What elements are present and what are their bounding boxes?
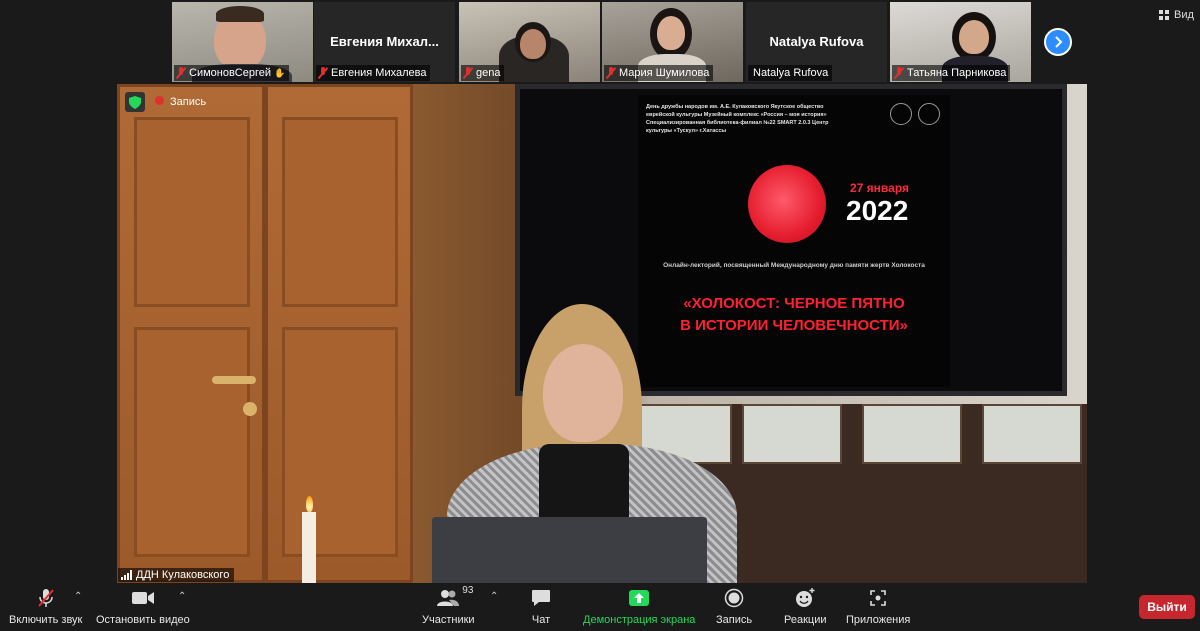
participant-tile[interactable]: Мария Шумилова (602, 2, 743, 82)
hand-icon: ✋ (274, 67, 286, 78)
gallery-next-button[interactable] (1044, 28, 1072, 56)
share-screen-icon (629, 590, 650, 606)
participant-label: Natalya Rufova (748, 65, 833, 81)
audio-options-caret[interactable]: ⌃ (74, 591, 82, 602)
participant-label: Татьяна Парникова (892, 65, 1011, 81)
share-screen-label: Демонстрация экрана (583, 614, 696, 626)
mic-muted-icon (463, 67, 473, 79)
mic-muted-icon (606, 67, 616, 79)
participant-name: Мария Шумилова (619, 67, 710, 79)
participant-tile[interactable]: СимоновСергей ✋ (172, 2, 313, 82)
participant-display-name: Natalya Rufova (769, 34, 864, 49)
tv-organizers-text: День дружбы народов им. А.Е. Кулаковског… (646, 104, 829, 134)
participant-tile[interactable]: Татьяна Парникова (890, 2, 1031, 82)
apps-label: Приложения (846, 614, 911, 626)
unmute-label: Включить звук (9, 614, 83, 626)
participants-label: Участники (422, 614, 475, 626)
tv-year: 2022 (846, 195, 909, 226)
participants-icon (437, 590, 460, 606)
participant-name: gena (476, 67, 501, 79)
participant-tile[interactable]: Natalya Rufova Natalya Rufova (746, 2, 887, 82)
gallery-strip: СимоновСергей ✋ Евгения Михал... Евгения… (0, 0, 1200, 84)
participant-name: Евгения Михалева (331, 67, 427, 79)
apps-icon (870, 590, 886, 606)
participants-count: 93 (462, 585, 474, 596)
share-screen-button[interactable]: Демонстрация экрана (583, 587, 695, 626)
security-shield-icon[interactable] (125, 92, 145, 112)
door-right (265, 84, 413, 583)
laptop (432, 517, 707, 583)
participant-name: Татьяна Парникова (907, 67, 1007, 79)
reactions-button[interactable]: Реакции (784, 587, 827, 626)
chevron-right-icon (1055, 36, 1063, 48)
mic-muted-icon (176, 67, 186, 79)
chat-icon (532, 590, 550, 606)
candle (302, 512, 316, 583)
participants-options-caret[interactable]: ⌃ (490, 591, 498, 602)
participant-name: Natalya Rufova (753, 67, 829, 79)
reactions-icon (796, 588, 815, 607)
chat-button[interactable]: Чат (531, 587, 551, 626)
meeting-toolbar: Включить звук ⌃ Остановить видео ⌃ 93 Уч… (0, 583, 1200, 631)
speaker-name-label: ДДН Кулаковского (118, 568, 235, 582)
participant-label: СимоновСергей ✋ (174, 65, 290, 81)
grid-icon (1159, 10, 1169, 20)
tv-logos (890, 103, 940, 125)
stop-video-label: Остановить видео (96, 614, 190, 626)
record-dot-icon (155, 96, 164, 105)
recording-status: Запись (155, 96, 206, 108)
participant-tile[interactable]: gena (459, 2, 600, 82)
view-button[interactable]: Вид (1158, 9, 1194, 21)
reactions-label: Реакции (784, 614, 827, 626)
tv-subtitle: Онлайн-лекторий, посвященный Международн… (663, 262, 925, 269)
video-camera-icon (131, 592, 154, 604)
mic-muted-icon (318, 67, 328, 79)
recording-indicator: Запись (125, 92, 206, 112)
record-icon (724, 588, 744, 608)
apps-button[interactable]: Приложения (846, 587, 910, 626)
door-lock (243, 402, 257, 416)
active-speaker-video: День дружбы народов им. А.Е. Кулаковског… (117, 84, 1087, 583)
record-button[interactable]: Запись (716, 587, 752, 626)
candle-flame (306, 496, 313, 512)
chat-label: Чат (531, 614, 551, 626)
participant-name: СимоновСергей (189, 67, 272, 79)
participant-label: Мария Шумилова (604, 65, 714, 81)
door-handle (212, 376, 256, 384)
door-left (117, 84, 265, 583)
video-options-caret[interactable]: ⌃ (178, 591, 186, 602)
leave-meeting-button[interactable]: Выйти (1139, 595, 1195, 619)
signal-icon (121, 570, 132, 580)
logo-icon (890, 103, 912, 125)
participants-button[interactable]: 93 Участники (422, 585, 475, 626)
participant-display-name: Евгения Михал... (330, 34, 439, 49)
tv-date: 27 января (850, 181, 909, 195)
mic-off-icon (37, 589, 54, 607)
stop-video-button[interactable]: Остановить видео (96, 587, 190, 626)
speaker-name: ДДН Кулаковского (136, 569, 230, 581)
candle-logo-icon (748, 165, 826, 243)
participant-tile[interactable]: Евгения Михал... Евгения Михалева (314, 2, 455, 82)
unmute-button[interactable]: Включить звук (9, 587, 82, 626)
mic-muted-icon (894, 67, 904, 79)
view-label: Вид (1174, 9, 1194, 21)
participant-label: Евгения Михалева (316, 65, 431, 81)
record-label: Запись (716, 614, 753, 626)
emblem-icon (918, 103, 940, 125)
participant-label: gena (461, 65, 505, 81)
